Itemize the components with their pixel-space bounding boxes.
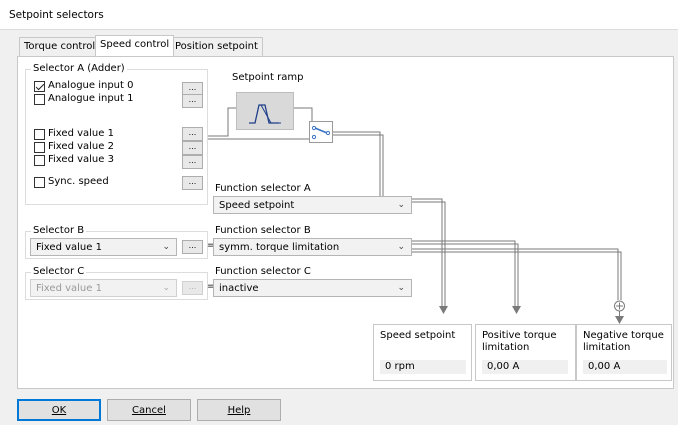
function-selector-a-dropdown[interactable]: Speed setpoint ⌄ xyxy=(213,196,412,214)
dropdown-value: Speed setpoint xyxy=(219,200,295,211)
function-selector-c-label: Function selector C xyxy=(215,266,311,277)
negative-torque-limitation-output: Negative torque limitation 0,00 A xyxy=(576,324,672,381)
function-selector-b-dropdown[interactable]: symm. torque limitation ⌄ xyxy=(213,238,412,256)
help-button[interactable]: Help xyxy=(197,399,281,421)
cancel-label: Cancel xyxy=(132,405,166,416)
output-title: Negative torque limitation xyxy=(583,330,664,353)
output-title: Speed setpoint xyxy=(380,330,456,341)
speed-setpoint-output: Speed setpoint 0 rpm xyxy=(373,324,472,381)
chevron-down-icon: ⌄ xyxy=(397,242,405,252)
output-title: Positive torque limitation xyxy=(482,330,557,353)
output-value: 0 rpm xyxy=(380,360,466,374)
function-selector-a-label: Function selector A xyxy=(215,183,311,194)
setpoint-ramp-label: Setpoint ramp xyxy=(232,72,304,83)
output-value: 0,00 A xyxy=(482,360,568,374)
function-selector-b-label: Function selector B xyxy=(215,225,311,236)
ramp-profile-icon xyxy=(249,104,281,124)
tab-speed-control[interactable]: Speed control xyxy=(95,35,175,56)
dropdown-value: symm. torque limitation xyxy=(219,242,340,253)
ok-button[interactable]: OK xyxy=(17,399,101,421)
chevron-down-icon: ⌄ xyxy=(397,200,405,210)
switch-icon xyxy=(311,125,331,140)
output-value: 0,00 A xyxy=(583,360,667,374)
positive-torque-limitation-output: Positive torque limitation 0,00 A xyxy=(475,324,576,381)
chevron-down-icon: ⌄ xyxy=(397,283,405,293)
ramp-bypass-switch[interactable] xyxy=(309,121,333,143)
help-label: Help xyxy=(227,405,251,416)
setpoint-ramp-button[interactable] xyxy=(236,92,294,130)
cancel-button[interactable]: Cancel xyxy=(107,399,191,421)
dropdown-value: inactive xyxy=(219,283,259,294)
function-selector-c-dropdown[interactable]: inactive ⌄ xyxy=(213,279,412,297)
ok-label: OK xyxy=(51,405,67,416)
